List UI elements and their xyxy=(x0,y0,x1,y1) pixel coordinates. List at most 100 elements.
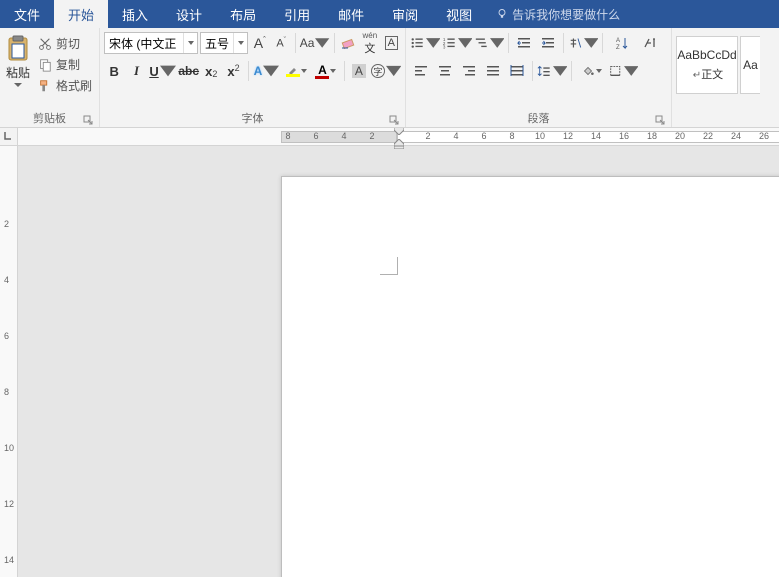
paste-label: 粘贴 xyxy=(6,64,30,81)
cut-button[interactable]: 剪切 xyxy=(34,34,96,53)
change-case-button[interactable]: Aa xyxy=(300,32,330,54)
font-color-button[interactable]: A xyxy=(312,60,340,82)
align-center-button[interactable] xyxy=(434,60,456,82)
dropdown-icon[interactable] xyxy=(233,33,247,53)
align-right-icon xyxy=(461,63,477,79)
group-clipboard: 粘贴 剪切 复制 格式刷 剪贴板 xyxy=(0,28,100,127)
numbering-button[interactable]: 123 xyxy=(442,32,472,54)
dialog-launcher-icon[interactable] xyxy=(655,115,665,125)
document-canvas[interactable] xyxy=(18,146,779,577)
outdent-icon xyxy=(516,35,532,51)
copy-button[interactable]: 复制 xyxy=(34,55,96,74)
tab-insert[interactable]: 插入 xyxy=(108,0,162,28)
grow-font-button[interactable]: Aˆ xyxy=(250,32,269,54)
margin-corner-mark xyxy=(380,257,398,275)
line-spacing-button[interactable] xyxy=(537,60,567,82)
dropdown-icon xyxy=(315,35,329,51)
tab-view[interactable]: 视图 xyxy=(432,0,486,28)
dropdown-icon xyxy=(330,69,336,73)
workspace: 2 4 6 8 10 12 14 8 6 4 2 2 4 6 8 10 12 1… xyxy=(0,128,779,577)
separator xyxy=(571,61,572,81)
format-painter-button[interactable]: 格式刷 xyxy=(34,76,96,95)
style-normal[interactable]: AaBbCcDd ↵正文 xyxy=(676,36,738,94)
tell-me-search[interactable]: 告诉我你想要做什么 xyxy=(486,0,630,28)
italic-button[interactable]: I xyxy=(126,60,146,82)
menu-file[interactable]: 文件 xyxy=(0,0,54,28)
group-styles: AaBbCcDd ↵正文 Aa xyxy=(672,28,779,127)
tab-layout[interactable]: 布局 xyxy=(216,0,270,28)
tab-review[interactable]: 审阅 xyxy=(378,0,432,28)
separator xyxy=(508,33,509,53)
font-size-combo[interactable] xyxy=(200,32,248,54)
align-left-icon xyxy=(413,63,429,79)
strikethrough-button[interactable]: abc xyxy=(178,60,199,82)
dialog-launcher-icon[interactable] xyxy=(83,115,93,125)
font-name-combo[interactable] xyxy=(104,32,198,54)
multilevel-list-button[interactable] xyxy=(474,32,504,54)
justify-button[interactable] xyxy=(482,60,504,82)
lightbulb-icon xyxy=(496,8,508,20)
highlight-button[interactable] xyxy=(282,60,310,82)
subscript-button[interactable]: x2 xyxy=(201,60,221,82)
vertical-ruler[interactable]: 2 4 6 8 10 12 14 xyxy=(0,146,17,577)
tab-selector[interactable] xyxy=(0,128,17,146)
tab-design[interactable]: 设计 xyxy=(162,0,216,28)
separator xyxy=(532,61,533,81)
borders-button[interactable] xyxy=(608,60,638,82)
clear-formatting-button[interactable] xyxy=(339,32,358,54)
sort-button[interactable]: AZ xyxy=(607,32,637,54)
tab-references[interactable]: 引用 xyxy=(270,0,324,28)
superscript-button[interactable]: x2 xyxy=(223,60,243,82)
asian-layout-button[interactable] xyxy=(568,32,598,54)
underline-button[interactable]: U xyxy=(149,60,177,82)
align-left-button[interactable] xyxy=(410,60,432,82)
first-line-indent-marker[interactable] xyxy=(394,128,404,135)
paste-icon xyxy=(4,34,32,62)
sort-icon: AZ xyxy=(614,35,630,51)
dropdown-icon xyxy=(490,35,505,51)
separator xyxy=(602,33,603,53)
cut-label: 剪切 xyxy=(56,35,80,52)
align-center-icon xyxy=(437,63,453,79)
dialog-launcher-icon[interactable] xyxy=(389,115,399,125)
character-shading-button[interactable]: A xyxy=(349,60,369,82)
style-next[interactable]: Aa xyxy=(740,36,760,94)
dropdown-icon xyxy=(160,63,176,79)
style-sample: AaBbCcDd xyxy=(677,48,736,62)
group-font: Aˆ Aˇ Aa wén 文 A B I U abc x2 xyxy=(100,28,406,127)
font-name-input[interactable] xyxy=(105,33,183,53)
dropdown-icon xyxy=(301,69,307,73)
dropdown-icon xyxy=(263,63,279,79)
page[interactable] xyxy=(281,176,779,577)
show-hide-button[interactable] xyxy=(639,32,661,54)
justify-icon xyxy=(485,63,501,79)
eraser-icon xyxy=(340,35,356,51)
paste-button[interactable]: 粘贴 xyxy=(4,32,32,95)
align-right-button[interactable] xyxy=(458,60,480,82)
text-effects-button[interactable]: A xyxy=(253,60,281,82)
multilevel-icon xyxy=(474,35,489,51)
horizontal-ruler[interactable]: 8 6 4 2 2 4 6 8 10 12 14 16 18 20 22 24 … xyxy=(18,128,779,146)
font-size-input[interactable] xyxy=(201,33,233,53)
separator xyxy=(334,33,335,53)
dropdown-icon[interactable] xyxy=(183,33,197,53)
shading-button[interactable] xyxy=(576,60,606,82)
group-label-paragraph: 段落 xyxy=(528,110,550,126)
separator xyxy=(295,33,296,53)
shrink-font-button[interactable]: Aˇ xyxy=(271,32,290,54)
style-name: 正文 xyxy=(701,69,723,81)
tab-mailings[interactable]: 邮件 xyxy=(324,0,378,28)
phonetic-guide-button[interactable]: wén 文 xyxy=(360,32,379,54)
bullets-button[interactable] xyxy=(410,32,440,54)
decrease-indent-button[interactable] xyxy=(513,32,535,54)
increase-indent-button[interactable] xyxy=(537,32,559,54)
character-border-button[interactable]: A xyxy=(382,32,401,54)
bold-button[interactable]: B xyxy=(104,60,124,82)
tab-home[interactable]: 开始 xyxy=(54,0,108,28)
format-painter-label: 格式刷 xyxy=(56,77,92,94)
asian-layout-icon xyxy=(568,35,583,51)
ribbon: 粘贴 剪切 复制 格式刷 剪贴板 xyxy=(0,28,779,128)
enclose-characters-button[interactable]: 字 xyxy=(371,60,401,82)
dropdown-icon xyxy=(624,63,639,79)
distributed-button[interactable] xyxy=(506,60,528,82)
